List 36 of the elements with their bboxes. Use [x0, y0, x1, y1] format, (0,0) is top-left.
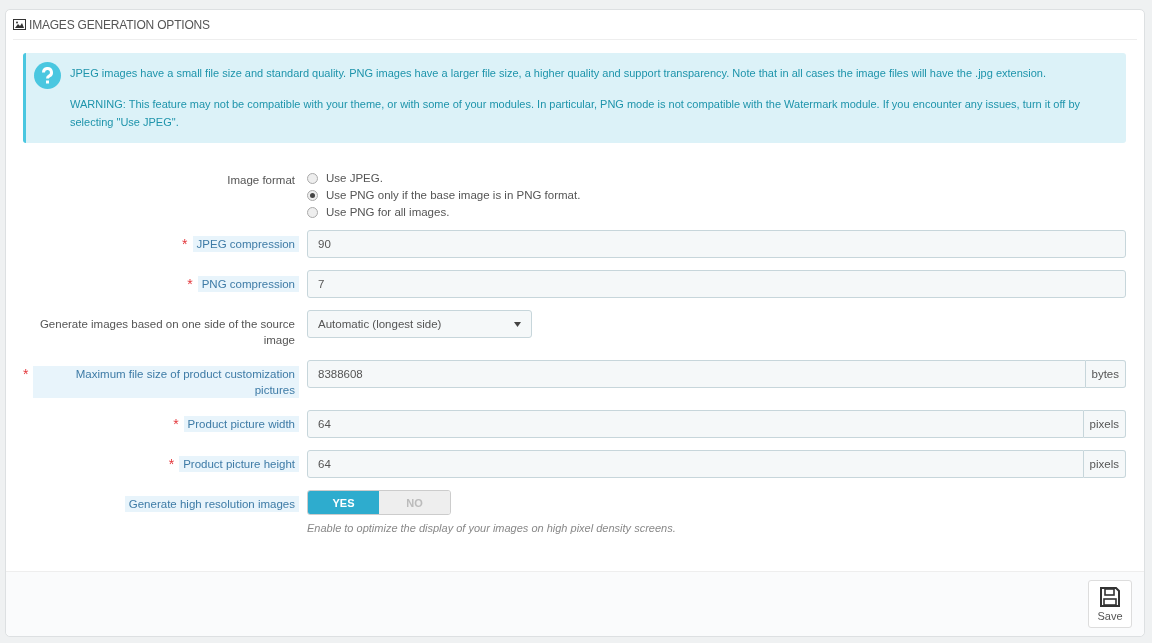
radio-button[interactable]	[307, 189, 318, 201]
required-mark: *	[182, 236, 188, 252]
field-label: PNG compression	[197, 276, 299, 292]
radio-button[interactable]	[307, 172, 318, 184]
required-mark: *	[173, 416, 179, 432]
dropdown-select[interactable]: Automatic (longest side)	[307, 310, 532, 338]
save-button[interactable]: Save	[1088, 580, 1132, 628]
field-label: Generate high resolution images	[124, 496, 299, 512]
unit-addon: pixels	[1083, 410, 1126, 438]
panel-title: IMAGES GENERATION OPTIONS	[29, 17, 210, 32]
question-icon	[34, 62, 61, 89]
field-label: Image format	[226, 173, 296, 188]
text-input-field[interactable]: 64	[307, 410, 1084, 438]
text-input-field[interactable]: 8388608	[307, 360, 1086, 388]
required-mark: *	[23, 366, 29, 382]
field-label: Product picture height	[179, 456, 299, 472]
alert-text: WARNING: This feature may not be compatible with your theme, or with some of your modules. In particular, PNG mode is not compatible with the Watermark module. If you encounter any issues, turn it off by selecting "Use JPEG".	[70, 97, 1081, 130]
radio-option[interactable]: Use JPEG.	[307, 172, 1126, 184]
text-input-field[interactable]: 64	[307, 450, 1084, 478]
alert-text: JPEG images have a small file size and standard quality. PNG images have a larger file size, a higher quality and support transparency. Note that in all cases the image files will have the .jpg extension.	[70, 66, 1048, 81]
unit-addon: bytes	[1085, 360, 1126, 388]
field-label: Maximum file size of product customization pictures	[33, 366, 299, 398]
radio-button[interactable]	[307, 206, 318, 218]
required-mark: *	[168, 456, 175, 472]
radio-option[interactable]: Use PNG only if the base image is in PNG format.	[307, 189, 1126, 201]
text-input-field[interactable]: 90	[307, 230, 1126, 258]
field-label: JPEG compression	[192, 236, 299, 252]
radio-option[interactable]: Use PNG for all images.	[307, 206, 1126, 218]
field-label: Generate images based on one side of the source image	[38, 317, 296, 348]
required-mark: *	[187, 276, 193, 292]
caret-icon	[514, 321, 521, 327]
field-label: Product picture width	[183, 416, 299, 432]
help-text: Enable to optimize the display of your images on high pixel density screens.	[307, 522, 677, 534]
unit-addon: pixels	[1083, 450, 1126, 478]
image-icon	[13, 19, 26, 30]
text-input-field[interactable]: 7	[307, 270, 1126, 298]
